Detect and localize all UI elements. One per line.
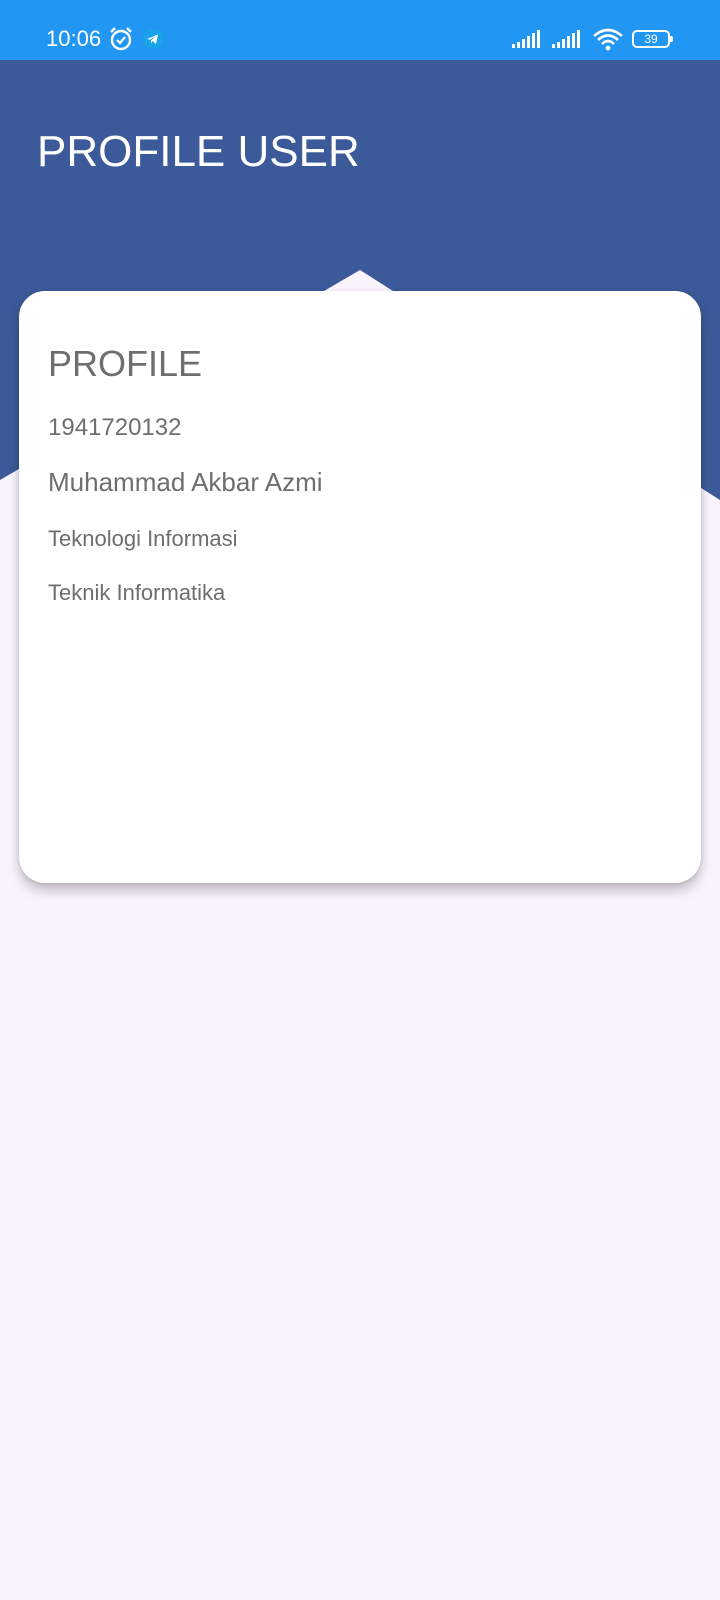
card-heading: PROFILE — [48, 343, 203, 384]
page-title: PROFILE USER — [37, 127, 360, 176]
wifi-icon — [593, 28, 623, 51]
battery-level: 39 — [644, 32, 658, 46]
signal-icon — [552, 30, 580, 48]
status-time: 10:06 — [46, 26, 102, 51]
telegram-icon — [143, 29, 163, 49]
department-text: Teknologi Informasi — [48, 526, 238, 551]
profile-card: PROFILE 1941720132 Muhammad Akbar Azmi T… — [19, 291, 701, 883]
alarm-icon — [110, 27, 132, 51]
battery-tip — [670, 36, 673, 42]
student-name-text: Muhammad Akbar Azmi — [48, 467, 323, 497]
status-bar: 10:06 39 — [0, 0, 720, 60]
battery-icon: 39 — [632, 30, 673, 48]
student-id-text: 1941720132 — [48, 414, 182, 441]
status-left-icons — [108, 26, 164, 52]
study-program-text: Teknik Informatika — [48, 580, 226, 605]
status-right-icons: 39 — [512, 26, 673, 52]
signal-icon — [512, 30, 540, 48]
